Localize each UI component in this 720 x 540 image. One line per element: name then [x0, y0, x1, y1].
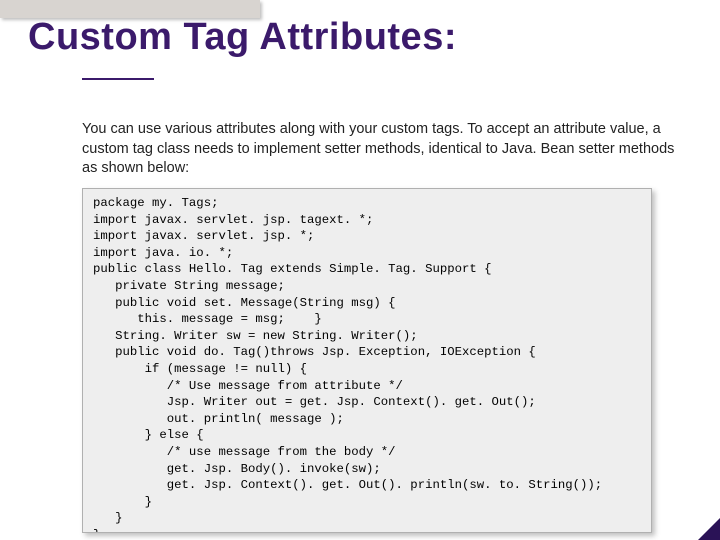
title-underline: [82, 78, 154, 80]
corner-accent-icon: [698, 518, 720, 540]
code-block: package my. Tags; import javax. servlet.…: [82, 188, 652, 533]
code-content: package my. Tags; import javax. servlet.…: [93, 195, 641, 533]
slide-title: Custom Tag Attributes:: [28, 16, 457, 59]
body-paragraph: You can use various attributes along wit…: [82, 120, 680, 179]
